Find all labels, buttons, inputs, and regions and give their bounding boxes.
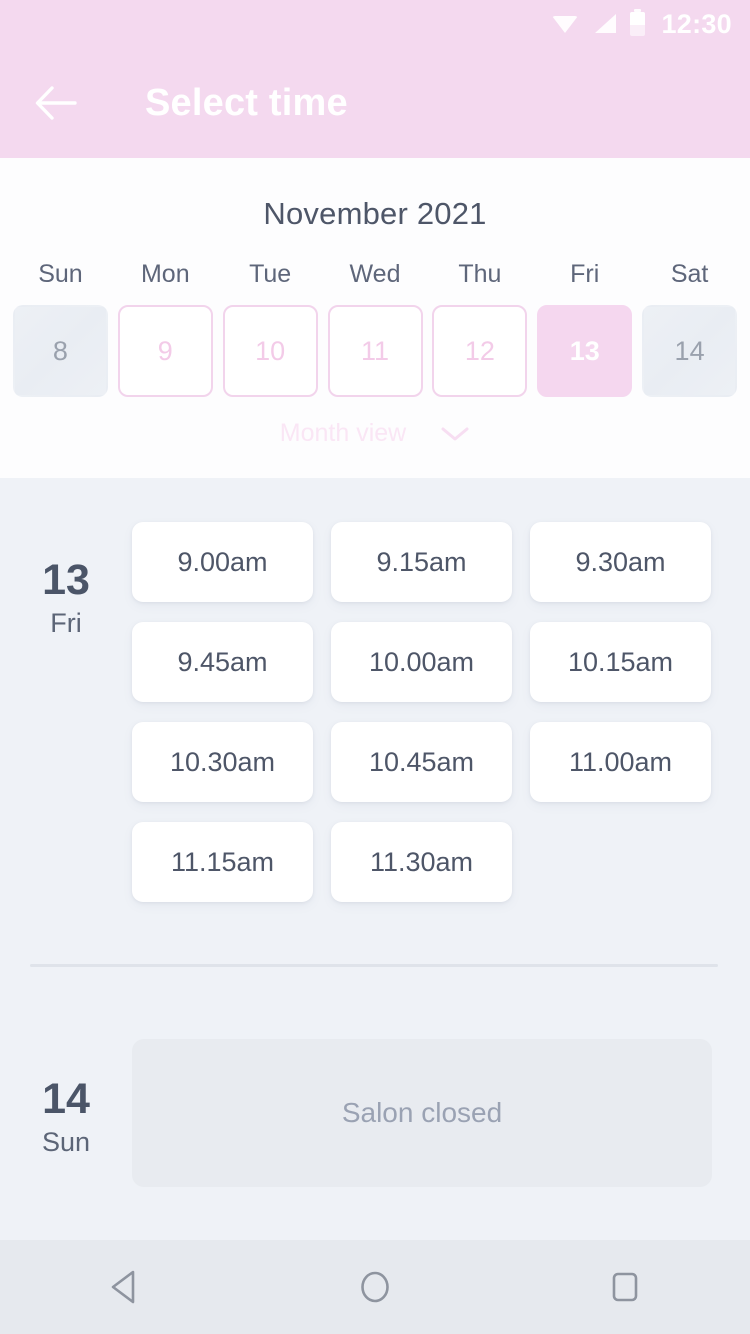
day-weekday: Fri [50, 608, 82, 639]
calendar-day-11[interactable]: 11 [327, 305, 423, 397]
schedule-day-14: 14 Sun Salon closed [0, 967, 750, 1187]
nav-recents-button[interactable] [565, 1240, 685, 1334]
time-slot[interactable]: 10.15am [530, 622, 711, 702]
back-button[interactable] [19, 66, 93, 140]
calendar-day-slot: 14 [637, 305, 742, 397]
nav-back-button[interactable] [65, 1240, 185, 1334]
month-view-toggle[interactable]: Month view [0, 419, 750, 448]
calendar-weekday-header: Sun Mon Tue Wed Thu Fri Sat [0, 260, 750, 289]
nav-home-button[interactable] [315, 1240, 435, 1334]
schedule-day-13: 13 Fri 9.00am 9.15am 9.30am 9.45am 10.00… [0, 478, 750, 902]
chevron-down-icon [441, 427, 469, 440]
status-bar: 12:30 [0, 0, 750, 48]
day-number: 14 [42, 1075, 90, 1123]
salon-closed-card: Salon closed [132, 1039, 712, 1187]
calendar-day-10[interactable]: 10 [222, 305, 318, 397]
calendar-day-12[interactable]: 12 [432, 305, 528, 397]
wifi-icon [552, 13, 579, 35]
time-slot-grid: 9.00am 9.15am 9.30am 9.45am 10.00am 10.1… [132, 520, 732, 902]
arrow-left-icon [35, 86, 77, 120]
weekday-label: Tue [249, 260, 292, 288]
calendar-day-slot: 12 [427, 305, 532, 397]
status-bar-clock: 12:30 [661, 8, 732, 39]
circle-icon [361, 1271, 389, 1303]
calendar-day-slot: 10 [218, 305, 323, 397]
app-bar: Select time [0, 48, 750, 158]
calendar-month-title: November 2021 [263, 196, 487, 231]
day-label-13: 13 Fri [0, 520, 132, 643]
calendar-day-13-selected[interactable]: 13 [537, 305, 633, 397]
time-slot[interactable]: 11.00am [530, 722, 711, 802]
weekday-label: Thu [458, 260, 502, 288]
calendar-day-slot: 8 [8, 305, 113, 397]
day-label-14: 14 Sun [0, 1039, 132, 1162]
day-number: 13 [42, 556, 90, 604]
calendar-day-slot: 9 [113, 305, 218, 397]
time-slot[interactable]: 10.00am [331, 622, 512, 702]
month-view-label: Month view [279, 419, 407, 447]
calendar-day-row: 8 9 10 11 12 13 14 [0, 305, 750, 397]
time-slot[interactable]: 9.45am [132, 622, 313, 702]
calendar-day-9[interactable]: 9 [117, 305, 213, 397]
calendar-day-14[interactable]: 14 [642, 305, 738, 397]
phone-screen: 12:30 Select time November 2021 Sun Mon … [0, 0, 750, 1334]
weekday-label: Sun [38, 260, 83, 288]
calendar-day-slot: 13 [532, 305, 637, 397]
calendar-day-8[interactable]: 8 [12, 305, 108, 397]
calendar-panel: November 2021 Sun Mon Tue Wed Thu Fri Sa… [0, 158, 750, 478]
square-icon [612, 1272, 638, 1302]
triangle-left-icon [111, 1270, 135, 1304]
time-slot[interactable]: 10.30am [132, 722, 313, 802]
weekday-label: Wed [349, 260, 401, 288]
signal-icon [592, 13, 617, 35]
weekday-label: Mon [140, 260, 190, 288]
weekday-label: Sat [670, 260, 709, 288]
battery-icon [630, 9, 646, 36]
day-weekday: Sun [41, 1127, 91, 1158]
weekday-label: Fri [570, 260, 600, 288]
time-slot[interactable]: 9.15am [331, 522, 512, 602]
time-slot[interactable]: 10.45am [331, 722, 512, 802]
calendar-day-slot: 11 [323, 305, 428, 397]
time-slot[interactable]: 9.00am [132, 522, 313, 602]
time-slot[interactable]: 9.30am [530, 522, 711, 602]
page-title: Select time [145, 81, 348, 124]
time-slot[interactable]: 11.15am [132, 822, 313, 902]
time-slot[interactable]: 11.30am [331, 822, 512, 902]
schedule-area: 13 Fri 9.00am 9.15am 9.30am 9.45am 10.00… [0, 478, 750, 1240]
android-navigation-bar [0, 1240, 750, 1334]
